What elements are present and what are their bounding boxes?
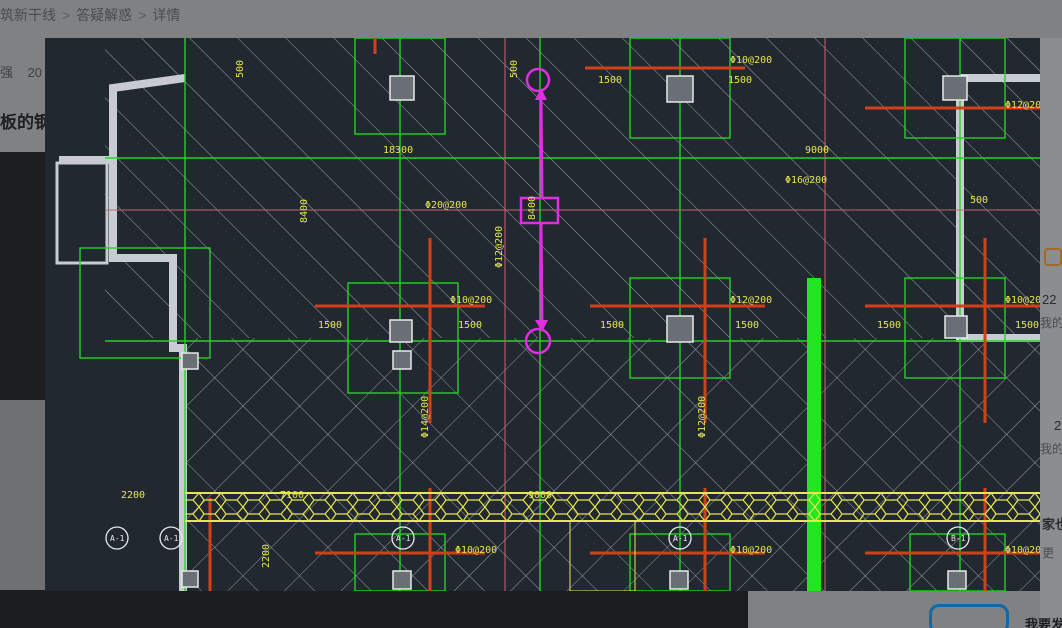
sidebar-stat-label: 我的: [1040, 316, 1062, 330]
rebar-label: Φ10@200: [1005, 295, 1040, 306]
rebar-label: Φ12@200: [730, 295, 772, 306]
dim-label: 9000: [805, 145, 829, 156]
image-viewer[interactable]: 18300 9000 2200 7100 9000 8400 2200 Φ20@…: [45, 38, 1040, 591]
pile-dim-label: 1500: [877, 320, 901, 331]
chat-bubble-icon: [929, 604, 1009, 628]
page: 筑新干线 > 答疑解惑 > 详情 强 20 板的钢 22 我的 2 我的 家也 …: [0, 0, 1062, 628]
rebar-label: Φ10@200: [450, 295, 492, 306]
axis-bubble-label: A-1: [673, 534, 688, 543]
measure-line: [539, 223, 544, 324]
highlight-strip: [807, 278, 821, 591]
post-author[interactable]: 强: [0, 65, 13, 80]
rebar-label: Φ14@200: [420, 396, 431, 438]
pile-dim-label: 1500: [728, 75, 752, 86]
breadcrumb-separator: >: [138, 7, 147, 23]
cad-drawing: 18300 9000 2200 7100 9000 8400 2200 Φ20@…: [55, 38, 1040, 591]
pile-dim-label: 1500: [735, 320, 759, 331]
pile-dim-label: 1500: [458, 320, 482, 331]
pile-dim-label: 1500: [598, 75, 622, 86]
rebar-label: Φ20@200: [425, 200, 467, 211]
axis-bubble-label: B-1: [951, 534, 966, 543]
post-title: 板的钢: [0, 113, 51, 132]
rebar-label: Φ10@200: [730, 545, 772, 556]
breadcrumb-item-qa[interactable]: 答疑解惑: [76, 5, 132, 25]
sidebar-stat-label: 我的: [1040, 442, 1062, 456]
axis-bubble-label: A-1: [396, 534, 411, 543]
pile-dim-label: 1500: [1015, 320, 1039, 331]
rebar-label: Φ10@200: [730, 55, 772, 66]
breadcrumb-item-detail: 详情: [152, 7, 181, 23]
right-sidebar: 22 我的 2 我的 家也 更: [1040, 38, 1062, 628]
breadcrumb: 筑新干线 > 答疑解惑 > 详情: [0, 4, 180, 26]
dim-label: 2200: [261, 544, 272, 568]
rebar-label: Φ12@200: [494, 226, 505, 268]
pile-dim-label: 1500: [318, 320, 342, 331]
pile-dim-label: 500: [970, 195, 988, 206]
post-question-area[interactable]: 我要发: [915, 596, 1062, 628]
rebar-label: Φ12@200: [1005, 100, 1040, 111]
background-thumbnail-strip: [0, 590, 748, 628]
measure-line: [539, 97, 544, 199]
slab-hatch: [105, 38, 1040, 338]
dim-label: 18300: [383, 145, 413, 156]
post-date: 20: [27, 65, 42, 80]
rebar-label: Φ16@200: [785, 175, 827, 186]
axis-bubble-label: A-1: [164, 534, 179, 543]
post-question-button[interactable]: 我要发: [1025, 614, 1062, 628]
measure-value: 8400: [527, 196, 538, 220]
dim-label: 2200: [121, 490, 145, 501]
dim-label: 9000: [528, 490, 552, 501]
post-meta: 强 20: [0, 62, 42, 81]
dim-label: 7100: [280, 490, 304, 501]
pile-dim-label: 500: [235, 60, 246, 78]
background-thumbnail: [0, 400, 46, 590]
breadcrumb-item-home[interactable]: 筑新干线: [0, 5, 56, 25]
sidebar-stat: 2: [1054, 418, 1062, 433]
pile-dim-label: 500: [509, 60, 520, 78]
sidebar-heading: 家也: [1042, 517, 1062, 532]
rebar-label: Φ12@200: [697, 396, 708, 438]
axis-bubble-label: A-1: [110, 534, 125, 543]
question-icon: [1044, 248, 1062, 266]
sidebar-stat: 22: [1042, 292, 1057, 307]
sidebar-subtext: 更: [1042, 546, 1055, 560]
background-thumbnail: [0, 152, 46, 402]
breadcrumb-separator: >: [62, 7, 71, 23]
rebar-label: Φ10@200: [455, 545, 497, 556]
beam-hatch: [185, 493, 1040, 521]
dim-label: 8400: [299, 199, 310, 223]
pile-dim-label: 1500: [600, 320, 624, 331]
rebar-label: Φ10@200: [1005, 545, 1040, 556]
